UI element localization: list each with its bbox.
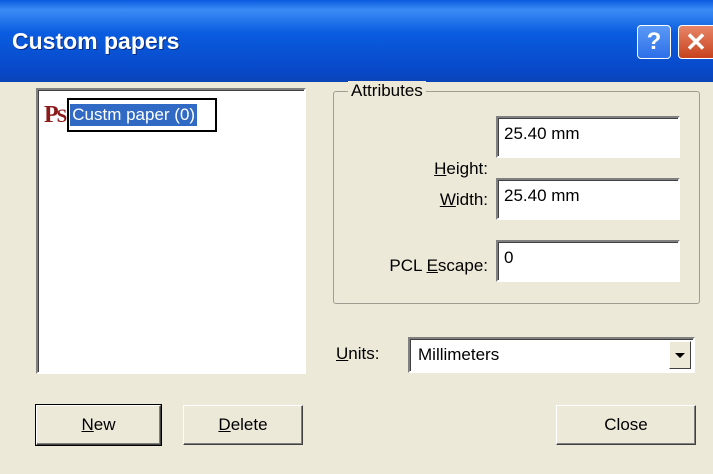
dialog-body: PS Custm paper (0) Attributes Height: 25… <box>0 81 713 474</box>
units-select[interactable]: Millimeters <box>408 337 695 373</box>
paper-list[interactable]: PS Custm paper (0) <box>36 88 306 374</box>
chevron-down-icon <box>675 352 685 358</box>
list-item-label: Custm paper (0) <box>70 104 198 126</box>
list-item[interactable]: PS Custm paper (0) <box>44 98 218 132</box>
group-legend: Attributes <box>348 81 426 101</box>
window-title: Custom papers <box>12 28 180 54</box>
pcl-escape-field[interactable]: 0 <box>496 240 680 282</box>
delete-button[interactable]: Delete <box>183 405 303 445</box>
close-icon: ✕ <box>685 27 707 57</box>
rename-field[interactable]: Custm paper (0) <box>67 98 218 132</box>
dropdown-button[interactable] <box>669 341 691 369</box>
height-field[interactable]: 25.40 mm <box>496 116 680 158</box>
units-label: Units: <box>336 344 380 363</box>
width-label: Width: <box>439 190 488 209</box>
help-button[interactable]: ? <box>637 25 671 59</box>
title-bar[interactable]: Custom papers ? ✕ <box>0 0 713 82</box>
units-value: Millimeters <box>418 345 500 364</box>
help-icon: ? <box>646 28 662 55</box>
height-label: Height: <box>434 159 488 178</box>
new-button[interactable]: New <box>35 404 162 446</box>
pcl-escape-label: PCL Escape: <box>389 256 488 275</box>
close-window-button[interactable]: ✕ <box>678 25 713 59</box>
width-field[interactable]: 25.40 mm <box>496 178 680 220</box>
ps-icon: PS <box>44 102 67 128</box>
close-button[interactable]: Close <box>556 405 696 445</box>
